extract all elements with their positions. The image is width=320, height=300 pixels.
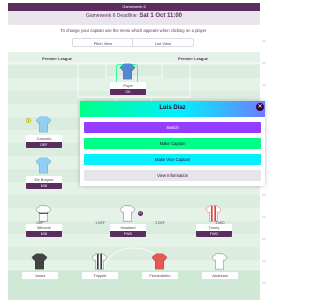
player-action-dialog: Luis Díaz ✕ Switch Make Captain Make Vic… — [80, 101, 265, 186]
switch-button[interactable]: Switch — [84, 122, 261, 133]
dialog-header: Luis Díaz ✕ — [80, 101, 265, 117]
make-vice-captain-button[interactable]: Make Vice Captain — [84, 154, 261, 165]
view-information-button[interactable]: View Information — [84, 170, 261, 181]
dialog-title: Luis Díaz — [159, 105, 186, 111]
make-captain-button[interactable]: Make Captain — [84, 138, 261, 149]
close-icon[interactable]: ✕ — [256, 103, 264, 111]
